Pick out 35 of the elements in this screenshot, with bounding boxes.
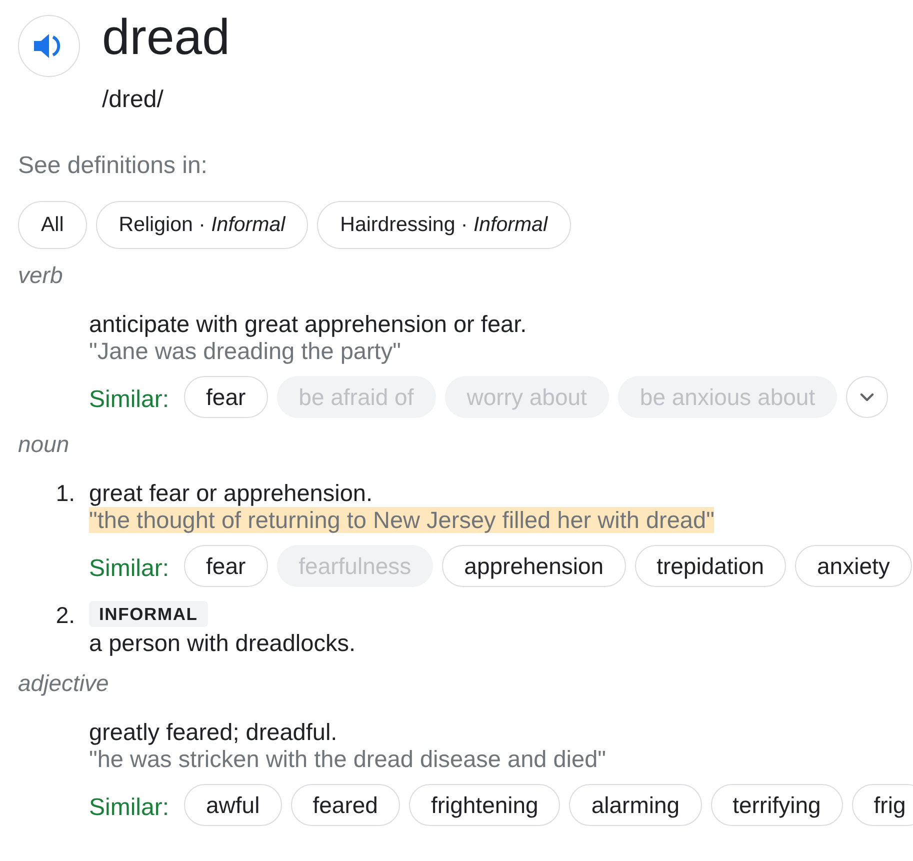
- similar-label: Similar:: [89, 555, 170, 583]
- highlighted-example: "the thought of returning to New Jersey filled her with dread": [89, 507, 714, 533]
- part-of-speech: verb: [18, 262, 63, 288]
- sense-number: 2.: [54, 601, 76, 629]
- expand-button[interactable]: [846, 376, 888, 418]
- synonym-chip[interactable]: awful: [184, 784, 282, 826]
- synonym-chip[interactable]: terrifying: [710, 784, 843, 826]
- sources-label: See definitions in:: [18, 153, 208, 179]
- definition-text: a person with dreadlocks.: [89, 629, 356, 657]
- part-of-speech: adjective: [18, 670, 109, 696]
- definition-text: greatly feared; dreadful.: [89, 718, 338, 746]
- part-of-speech: noun: [18, 431, 70, 457]
- filter-chip[interactable]: Religion · Informal: [96, 201, 308, 249]
- synonym-chip[interactable]: trepidation: [634, 545, 786, 587]
- similar-label: Similar:: [89, 386, 170, 414]
- synonym-chip[interactable]: frig: [852, 784, 913, 826]
- register-label: INFORMAL: [89, 601, 208, 627]
- phonetic-text: /dred/: [102, 87, 164, 113]
- synonym-chip[interactable]: apprehension: [442, 545, 626, 587]
- synonym-chip[interactable]: frightening: [408, 784, 560, 826]
- headword: dread: [102, 15, 230, 59]
- synonym-chip[interactable]: fear: [184, 545, 268, 587]
- sense-number: 1.: [54, 479, 76, 507]
- filter-chip[interactable]: All: [18, 201, 87, 249]
- filter-chip[interactable]: Hairdressing · Informal: [317, 201, 571, 249]
- synonym-chip[interactable]: alarming: [569, 784, 702, 826]
- similar-label: Similar:: [89, 794, 170, 822]
- chevron-down-icon: [860, 392, 874, 402]
- example-text: "he was stricken with the dread disease and died": [89, 746, 606, 772]
- synonym-chip[interactable]: feared: [290, 784, 400, 826]
- definition-text: great fear or apprehension.: [89, 479, 372, 507]
- synonym-chip[interactable]: anxiety: [795, 545, 912, 587]
- synonym-chip[interactable]: fear: [184, 376, 268, 418]
- definition-text: anticipate with great apprehension or fear.: [89, 310, 527, 338]
- example-text: "Jane was dreading the party": [89, 338, 401, 364]
